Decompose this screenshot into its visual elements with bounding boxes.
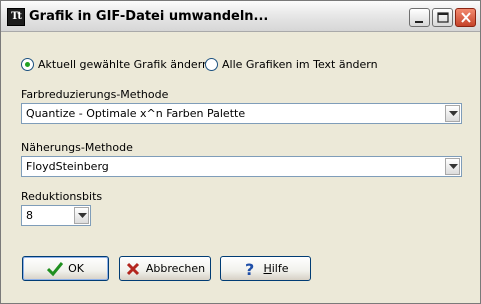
color-reduction-value: Quantize - Optimale x^n Farben Palette	[26, 107, 246, 120]
radio-checked-icon[interactable]	[21, 57, 34, 71]
radio-current-graphic[interactable]: Aktuell gewählte Grafik ändern	[21, 56, 209, 72]
maximize-icon	[437, 12, 449, 23]
title-bar[interactable]: Tt Grafik in GIF-Datei umwandeln...	[1, 1, 480, 32]
window-title: Grafik in GIF-Datei umwandeln...	[29, 9, 269, 24]
chevron-down-icon	[449, 111, 458, 116]
approximation-label: Näherungs-Methode	[21, 141, 133, 154]
reduction-bits-dropdown-button[interactable]	[74, 207, 89, 224]
cancel-button-label: Abbrechen	[145, 262, 206, 275]
close-icon	[461, 12, 471, 23]
color-reduction-label: Farbreduzierungs-Methode	[21, 88, 169, 101]
reduction-bits-value: 8	[26, 209, 33, 222]
color-reduction-dropdown-button[interactable]	[445, 105, 460, 122]
color-reduction-select[interactable]: Quantize - Optimale x^n Farben Palette	[21, 103, 462, 124]
minimize-icon	[415, 21, 423, 23]
minimize-button[interactable]	[409, 8, 430, 27]
approximation-value: FloydSteinberg	[26, 160, 109, 173]
chevron-down-icon	[449, 164, 458, 169]
radio-current-graphic-label: Aktuell gewählte Grafik ändern	[38, 57, 209, 71]
approximation-select[interactable]: FloydSteinberg	[21, 156, 462, 177]
question-mark-icon: ?	[245, 261, 254, 277]
radio-unchecked-icon[interactable]	[205, 57, 218, 71]
radio-all-graphics[interactable]: Alle Grafiken im Text ändern	[205, 56, 378, 72]
ok-button[interactable]: OK	[22, 256, 109, 281]
radio-all-graphics-label: Alle Grafiken im Text ändern	[222, 57, 378, 71]
cancel-x-icon	[126, 262, 139, 275]
help-button-label: Hilfe	[263, 262, 289, 275]
svg-text:?: ?	[245, 261, 254, 277]
approximation-dropdown-button[interactable]	[445, 158, 460, 175]
reduction-bits-label: Reduktionsbits	[21, 190, 103, 203]
dialog-window: Tt Grafik in GIF-Datei umwandeln... Aktu…	[0, 0, 481, 304]
ok-button-label: OK	[68, 262, 84, 275]
reduction-bits-select[interactable]: 8	[21, 205, 91, 226]
cancel-button[interactable]: Abbrechen	[119, 256, 211, 281]
app-icon: Tt	[7, 8, 25, 26]
checkmark-icon	[47, 261, 64, 276]
help-button[interactable]: ? Hilfe	[220, 256, 311, 281]
chevron-down-icon	[78, 213, 87, 218]
maximize-button[interactable]	[432, 8, 453, 27]
close-button[interactable]	[455, 8, 476, 27]
